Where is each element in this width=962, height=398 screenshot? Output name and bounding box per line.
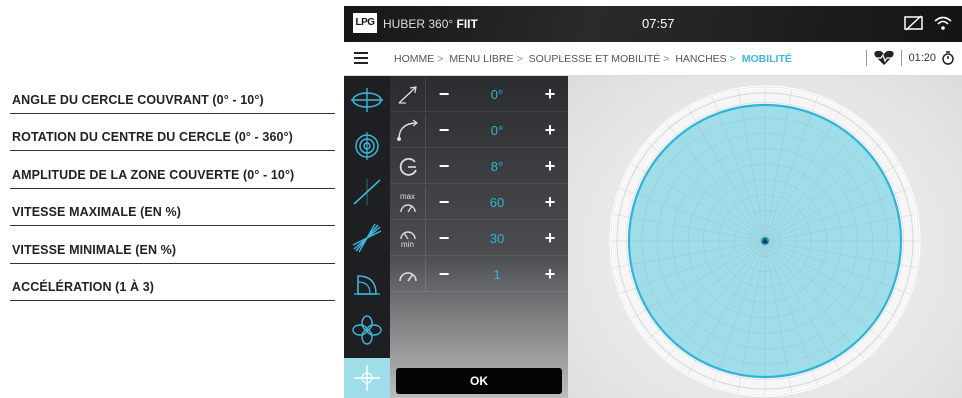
tool-crosshair[interactable]	[344, 358, 390, 398]
min-speed-plus-button[interactable]: +	[532, 228, 568, 249]
amplitude-value: 8°	[490, 159, 504, 174]
legend-amplitude: AMPLITUDE DE LA ZONE COUVERTE (0° - 10°)	[10, 151, 335, 189]
brand-title: HUBER 360° FIIT	[383, 17, 478, 31]
top-bar: LPG HUBER 360° FIIT 07:57	[344, 6, 962, 42]
legend-min-speed: VITESSE MINIMALE (EN %)	[10, 226, 335, 264]
param-row-angle: − 0° +	[390, 77, 568, 112]
crumb-menu-libre[interactable]: MENU LIBRE	[449, 53, 513, 65]
acceleration-value: 1	[493, 267, 501, 282]
angle-minus-button[interactable]: −	[426, 84, 462, 105]
max-speed-value: 60	[489, 195, 505, 210]
crumb-mobilite: MOBILITÉ	[741, 53, 792, 65]
acceleration-icon	[390, 257, 426, 292]
min-speed-minus-button[interactable]: −	[426, 228, 462, 249]
legend-angle: ANGLE DU CERCLE COUVRANT (0° - 10°)	[10, 76, 335, 114]
max-speed-minus-button[interactable]: −	[426, 192, 462, 213]
breadcrumb-bar: HOMME > MENU LIBRE > SOUPLESSE ET MOBILITÉ…	[344, 42, 962, 76]
target-icon	[355, 132, 379, 160]
session-timer: 01:20	[908, 52, 936, 64]
tool-circle-horizontal[interactable]	[344, 80, 390, 120]
legend-max-speed: VITESSE MAXIMALE (EN %)	[10, 189, 335, 226]
device-screen: LPG HUBER 360° FIIT 07:57 HOMME > MENU LI…	[344, 6, 962, 398]
tool-line[interactable]	[344, 172, 390, 212]
amplitude-minus-button[interactable]: −	[426, 156, 462, 177]
crumb-hanches[interactable]: HANCHES	[675, 53, 726, 65]
param-row-rotation: − 0° +	[390, 113, 568, 148]
amplitude-plus-button[interactable]: +	[532, 156, 568, 177]
menu-icon[interactable]	[354, 52, 368, 64]
tool-spiral[interactable]	[344, 126, 390, 166]
heart-icon	[874, 50, 895, 65]
diagonal-line-icon	[353, 179, 381, 205]
circle-cross-icon	[351, 88, 383, 112]
param-row-min-speed: min − 30 +	[390, 221, 568, 256]
ok-button[interactable]: OK	[396, 368, 562, 394]
breadcrumb: HOMME > MENU LIBRE > SOUPLESSE ET MOBILITÉ…	[394, 53, 792, 65]
param-row-acceleration: − 1 +	[390, 257, 568, 292]
tool-flower[interactable]	[344, 310, 390, 350]
min-speed-value: 30	[489, 231, 505, 246]
angle-value: 0°	[490, 87, 504, 102]
zone-canvas[interactable]	[568, 76, 962, 398]
crumb-souplesse[interactable]: SOUPLESSE ET MOBILITÉ	[529, 53, 661, 65]
tool-sector[interactable]	[344, 264, 390, 304]
tool-sidebar	[344, 76, 390, 398]
parameter-panel: − 0° + − 0° + − 8° + max − 60 + min − 30…	[390, 76, 568, 398]
angle-icon	[390, 77, 426, 112]
angle-plus-button[interactable]: +	[532, 84, 568, 105]
amplitude-icon	[390, 149, 426, 184]
screen-cast-off-icon[interactable]	[904, 15, 924, 31]
param-row-amplitude: − 8° +	[390, 149, 568, 184]
max-speed-plus-button[interactable]: +	[532, 192, 568, 213]
param-row-max-speed: max − 60 +	[390, 185, 568, 220]
legend-list: ANGLE DU CERCLE COUVRANT (0° - 10°) ROTA…	[10, 76, 335, 301]
acceleration-plus-button[interactable]: +	[532, 264, 568, 285]
rotation-value: 0°	[490, 123, 504, 138]
stopwatch-icon[interactable]	[942, 51, 954, 65]
polar-grid	[609, 85, 921, 397]
crumb-home[interactable]: HOMME	[394, 53, 434, 65]
legend-rotation: ROTATION DU CENTRE DU CERCLE (0° - 360°)	[10, 114, 335, 151]
brand-logo: LPG	[353, 13, 377, 33]
wifi-icon[interactable]	[934, 15, 952, 31]
speedometer-max-icon: max	[390, 185, 426, 220]
rotation-plus-button[interactable]: +	[532, 120, 568, 141]
rotation-minus-button[interactable]: −	[426, 120, 462, 141]
flower-petals-icon	[352, 315, 382, 345]
speedometer-min-icon: min	[390, 221, 426, 256]
quarter-arc-icon	[354, 275, 380, 295]
fan-lines-icon	[352, 223, 382, 253]
clock: 07:57	[642, 16, 675, 31]
rotation-icon	[390, 113, 426, 148]
acceleration-minus-button[interactable]: −	[426, 264, 462, 285]
tool-fan[interactable]	[344, 218, 390, 258]
legend-acceleration: ACCÉLÉRATION (1 À 3)	[10, 264, 335, 301]
crosshair-icon	[354, 365, 380, 391]
